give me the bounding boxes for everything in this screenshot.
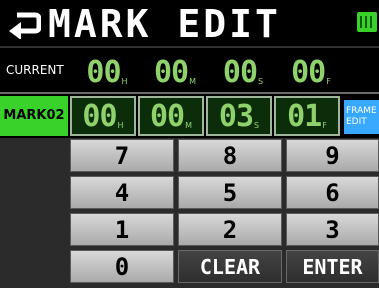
key-7[interactable]: 7 — [70, 139, 174, 172]
key-5[interactable]: 5 — [178, 176, 282, 209]
mark-frames-field[interactable]: 01 F — [274, 96, 340, 136]
current-frames: 00 F — [284, 50, 338, 90]
current-minutes: 00 M — [148, 50, 202, 90]
mark-hours-field[interactable]: 00 H — [70, 96, 136, 136]
frame-edit-label-line2: EDIT — [346, 117, 367, 127]
seconds-unit: S — [254, 121, 260, 130]
frames-unit: F — [322, 121, 327, 130]
current-seconds-value: 00 — [222, 55, 258, 90]
return-arrow-icon — [9, 12, 41, 39]
battery-icon — [357, 12, 377, 32]
key-9[interactable]: 9 — [286, 139, 379, 172]
current-position-row: CURRENT 00 H 00 M 00 S 00 F — [0, 47, 379, 92]
title-bar: MARK EDIT — [0, 0, 379, 46]
current-label: CURRENT — [6, 63, 64, 77]
current-seconds: 00 S — [216, 50, 270, 90]
hours-unit: H — [121, 77, 128, 86]
mark-minutes-field[interactable]: 00 M — [138, 96, 204, 136]
key-6[interactable]: 6 — [286, 176, 379, 209]
current-minutes-value: 00 — [153, 55, 189, 90]
frames-unit: F — [326, 77, 331, 86]
back-button[interactable] — [3, 6, 45, 42]
minutes-unit: M — [185, 121, 193, 130]
minutes-unit: M — [189, 77, 197, 86]
seconds-unit: S — [258, 77, 264, 86]
mark-seconds-value: 03 — [218, 99, 254, 134]
current-hours-value: 00 — [86, 55, 121, 90]
key-2[interactable]: 2 — [178, 213, 282, 246]
enter-button[interactable]: ENTER — [286, 250, 379, 283]
clear-button[interactable]: CLEAR — [178, 250, 282, 283]
key-0[interactable]: 0 — [70, 250, 174, 283]
mark-frames-value: 01 — [287, 99, 322, 134]
mark-hours-value: 00 — [82, 99, 117, 134]
numeric-keypad: 7 8 9 4 5 6 1 2 3 0 CLEAR ENTER — [0, 138, 379, 288]
hours-unit: H — [117, 121, 124, 130]
mark-position-row: MARK02 00 H 00 M 03 S 01 F FRAME EDIT — [0, 92, 379, 140]
frame-edit-label-line1: FRAME — [346, 106, 377, 116]
key-1[interactable]: 1 — [70, 213, 174, 246]
current-frames-value: 00 — [291, 55, 326, 90]
current-hours: 00 H — [80, 50, 134, 90]
mark-label: MARK02 — [0, 96, 68, 136]
key-8[interactable]: 8 — [178, 139, 282, 172]
mark-seconds-field[interactable]: 03 S — [206, 96, 272, 136]
frame-edit-button[interactable]: FRAME EDIT — [344, 100, 379, 134]
screen-title: MARK EDIT — [48, 2, 281, 46]
key-3[interactable]: 3 — [286, 213, 379, 246]
mark-minutes-value: 00 — [149, 99, 185, 134]
key-4[interactable]: 4 — [70, 176, 174, 209]
